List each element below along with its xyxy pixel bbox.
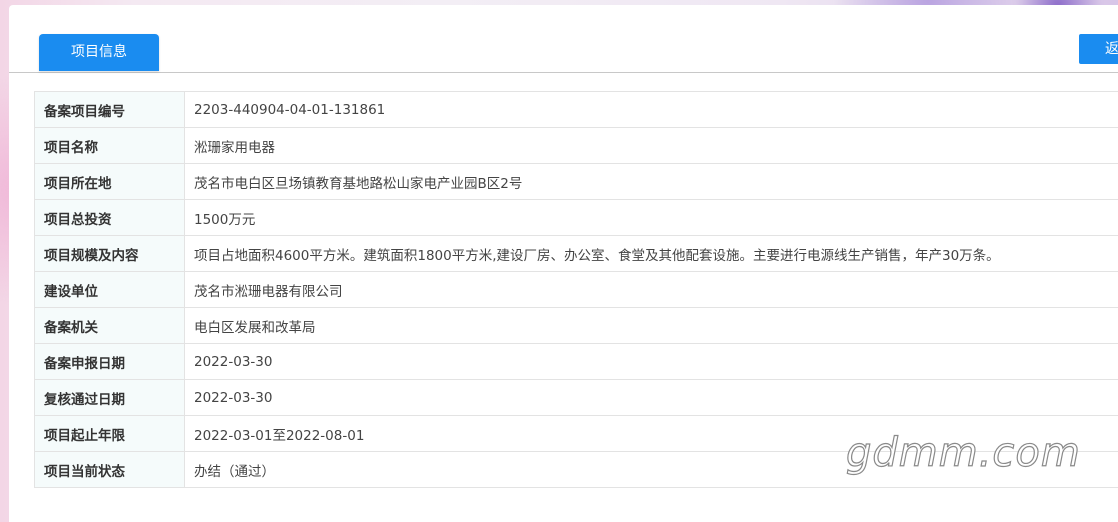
- row-value: 电白区发展和改革局: [184, 307, 1118, 344]
- table-row: 建设单位 茂名市淞珊电器有限公司: [34, 271, 1118, 308]
- row-label: 建设单位: [34, 271, 185, 308]
- table-row: 项目所在地 茂名市电白区旦场镇教育基地路松山家电产业园B区2号: [34, 163, 1118, 200]
- tab-project-info[interactable]: 项目信息: [39, 34, 159, 71]
- table-row: 备案机关 电白区发展和改革局: [34, 307, 1118, 344]
- row-label: 项目当前状态: [34, 451, 185, 488]
- table-row: 项目名称 淞珊家用电器: [34, 127, 1118, 164]
- row-label: 项目规模及内容: [34, 235, 185, 272]
- row-label: 项目名称: [34, 127, 185, 164]
- row-value: 茂名市电白区旦场镇教育基地路松山家电产业园B区2号: [184, 163, 1118, 200]
- table-row: 备案申报日期 2022-03-30: [34, 343, 1118, 380]
- table-row: 备案项目编号 2203-440904-04-01-131861: [34, 91, 1118, 128]
- row-label: 项目起止年限: [34, 415, 185, 452]
- table-row: 复核通过日期 2022-03-30: [34, 379, 1118, 416]
- row-value: 项目占地面积4600平方米。建筑面积1800平方米,建设厂房、办公室、食堂及其他…: [184, 235, 1118, 272]
- tab-bar: 项目信息 返回: [9, 5, 1118, 73]
- row-label: 备案申报日期: [34, 343, 185, 380]
- table-row: 项目规模及内容 项目占地面积4600平方米。建筑面积1800平方米,建设厂房、办…: [34, 235, 1118, 272]
- table-row: 项目总投资 1500万元: [34, 199, 1118, 236]
- row-value: 1500万元: [184, 199, 1118, 236]
- row-value: 2203-440904-04-01-131861: [184, 91, 1118, 128]
- row-value: 淞珊家用电器: [184, 127, 1118, 164]
- row-label: 备案项目编号: [34, 91, 185, 128]
- back-button[interactable]: 返回: [1079, 34, 1118, 64]
- row-label: 项目总投资: [34, 199, 185, 236]
- row-value: 2022-03-30: [184, 343, 1118, 380]
- row-value: 茂名市淞珊电器有限公司: [184, 271, 1118, 308]
- row-label: 复核通过日期: [34, 379, 185, 416]
- watermark-logo: gdmm.com: [845, 429, 1081, 476]
- project-info-table: 备案项目编号 2203-440904-04-01-131861 项目名称 淞珊家…: [34, 91, 1118, 488]
- row-label: 备案机关: [34, 307, 185, 344]
- row-label: 项目所在地: [34, 163, 185, 200]
- row-value: 2022-03-30: [184, 379, 1118, 416]
